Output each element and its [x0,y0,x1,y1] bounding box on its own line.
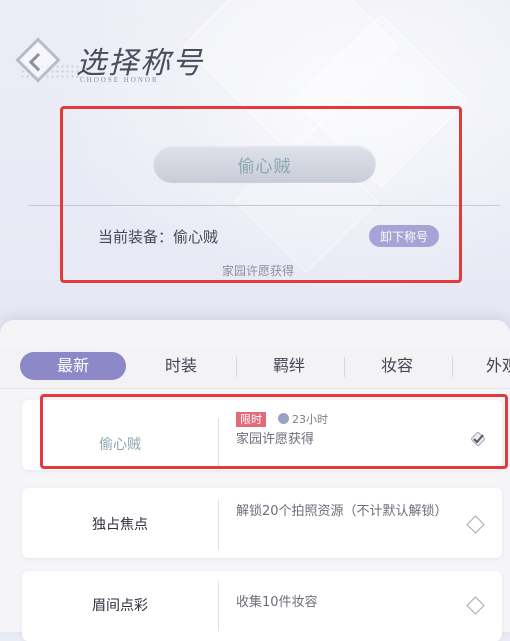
chevron-left-icon [28,52,48,72]
divider [28,205,500,206]
list-item-meta: 限时 23小时 [236,410,446,430]
tab-bond[interactable]: 羁绊 [248,352,330,380]
tab-separator [344,357,345,377]
list-item[interactable]: 眉间点彩 收集10件妆容 [22,571,502,641]
tab-separator [236,357,237,377]
tab-fashion[interactable]: 时装 [140,352,222,380]
list-item[interactable]: 偷心贼 限时 23小时 家园许愿获得 [22,400,502,470]
diamond-icon [466,596,485,615]
row-separator [218,418,219,468]
row-separator [218,581,219,631]
list-item[interactable]: 独占焦点 解锁20个拍照资源（不计默认解锁） [22,488,502,558]
title-source: 家园许愿获得 [222,264,295,278]
tab-latest[interactable]: 最新 [20,352,126,380]
list-item-name: 偷心贼 [99,437,141,453]
limited-badge: 限时 [236,412,266,427]
list-item-desc: 收集10件妆容 [236,595,318,610]
unequip-title-button[interactable]: 卸下称号 [369,225,439,247]
time-remaining: 23小时 [292,413,328,426]
check-icon [471,432,485,446]
row-separator [218,500,219,550]
tab-makeup[interactable]: 妆容 [356,352,438,380]
title-preview: 偷心贼 [153,145,376,183]
title-preview-name: 偷心贼 [237,156,292,177]
list-item-desc: 家园许愿获得 [236,432,315,447]
list-item-desc: 解锁20个拍照资源（不计默认解锁） [236,504,448,519]
list-item-name: 眉间点彩 [92,598,148,614]
diamond-icon [466,515,485,534]
current-equipped-label: 当前装备：偷心贼 [98,228,219,246]
tab-appearance[interactable]: 外观 [486,352,510,380]
tab-separator [452,357,453,377]
page-subtitle: CHOOSE HONOR [80,76,159,84]
clock-icon [278,413,289,424]
list-item-name: 独占焦点 [92,517,148,533]
